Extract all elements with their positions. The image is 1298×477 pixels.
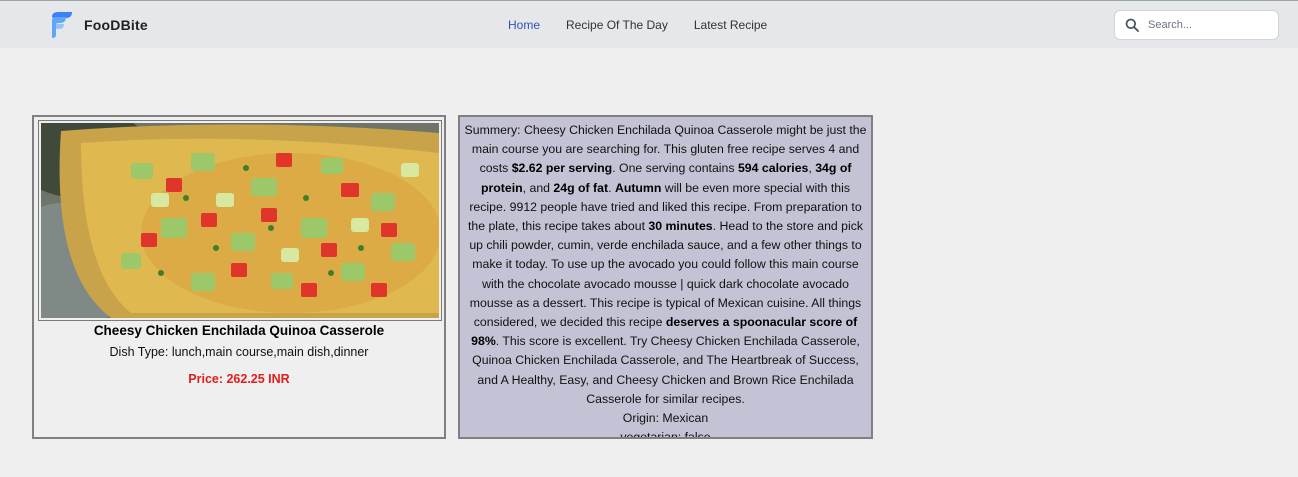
summary-calories-highlight: 594 calories xyxy=(737,161,809,176)
recipe-price: Price: 262.25 INR xyxy=(188,372,290,386)
recipe-vegetarian-flag: vegetarian: false xyxy=(620,430,711,439)
nav-recipe-of-the-day-link[interactable]: Recipe Of The Day xyxy=(566,16,668,34)
navbar: FooDBite Home Recipe Of The Day Latest R… xyxy=(0,1,1298,48)
brand-name: FooDBite xyxy=(84,17,148,33)
brand-logo-link[interactable]: FooDBite xyxy=(50,11,148,39)
main-nav: Home Recipe Of The Day Latest Recipe xyxy=(508,16,793,34)
recipe-summary-panel: Summery: Cheesy Chicken Enchilada Quinoa… xyxy=(458,115,873,439)
recipe-title: Cheesy Chicken Enchilada Quinoa Casserol… xyxy=(93,323,385,338)
summary-cost-highlight: $2.62 per serving xyxy=(511,161,613,176)
recipe-dish-type: Dish Type: lunch,main course,main dish,d… xyxy=(109,345,369,359)
summary-text-part: . xyxy=(608,180,615,195)
summary-fat-highlight: 24g of fat xyxy=(553,180,609,195)
nav-home-link[interactable]: Home xyxy=(508,16,540,34)
summary-text-part: . Head to the store and pick up chili po… xyxy=(469,219,864,330)
recipe-origin: Origin: Mexican xyxy=(622,411,709,426)
summary-text-part: , and xyxy=(522,180,554,195)
recipe-photo-frame xyxy=(38,120,442,321)
recipe-summary-text: Summery: Cheesy Chicken Enchilada Quinoa… xyxy=(460,117,871,439)
recipe-card[interactable]: Cheesy Chicken Enchilada Quinoa Casserol… xyxy=(32,115,446,439)
summary-text-part: . One serving contains xyxy=(612,161,738,176)
recipe-photo xyxy=(41,123,439,318)
search-icon xyxy=(1125,18,1139,32)
summary-season-highlight: Autumn xyxy=(614,180,662,195)
summary-time-highlight: 30 minutes xyxy=(648,219,713,234)
summary-text-part: . This score is excellent. Try Cheesy Ch… xyxy=(472,334,860,406)
search-input[interactable] xyxy=(1148,19,1268,31)
brand-logo-icon xyxy=(52,12,72,38)
nav-latest-recipe-link[interactable]: Latest Recipe xyxy=(694,16,767,34)
search-box[interactable] xyxy=(1114,10,1279,40)
